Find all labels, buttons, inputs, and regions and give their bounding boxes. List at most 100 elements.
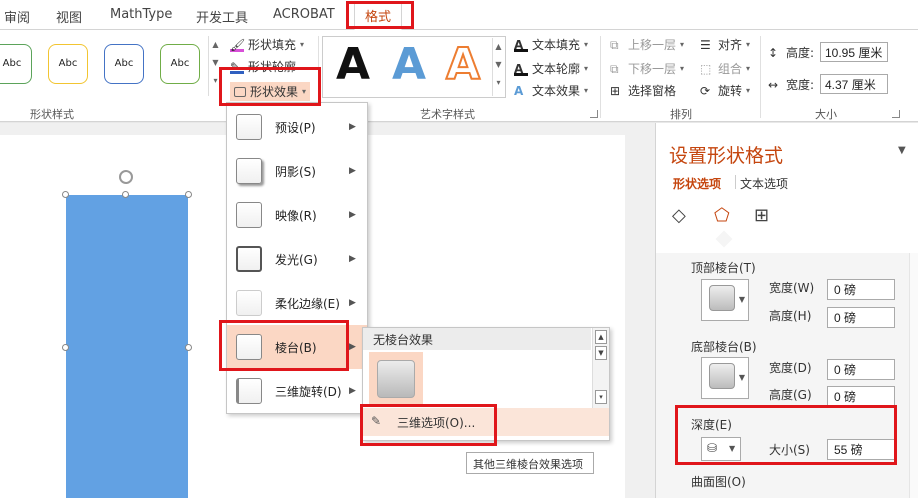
resize-handle[interactable] [122,191,129,198]
top-bevel-width-input[interactable] [827,279,895,300]
no-bevel-header: 无棱台效果 [363,328,591,350]
bottom-bevel-button[interactable]: ▼ [701,357,749,399]
fill-line-icon[interactable]: ◇ [672,205,686,226]
text-effects-icon: A [514,83,524,98]
chevron-right-icon: ▶ [349,254,356,264]
scroll-up-icon[interactable]: ▲ [595,330,607,344]
scroll-more-icon[interactable]: ▾ [595,390,607,404]
width-icon: ↔ [768,77,779,92]
width-label: ↔ 宽度: [768,77,815,93]
chevron-right-icon: ▶ [349,210,356,220]
bottom-bevel-label: 底部棱台(B) [691,340,757,354]
soft-edges-thumb-icon [236,290,262,316]
align-button[interactable]: ☰ 对齐 ▾ [700,36,750,53]
chevron-right-icon: ▶ [349,166,356,176]
scroll-down-icon[interactable]: ▼ [595,346,607,360]
bevel-preview-icon [709,285,735,311]
glow-thumb-icon [236,246,262,272]
size-properties-icon[interactable]: ⊞ [754,205,769,226]
tooltip: 其他三维棱台效果选项 [466,452,594,474]
shape-style-thumb[interactable]: Abc [160,44,200,84]
tab-acrobat[interactable]: ACROBAT [273,7,335,22]
pane-title: 设置形状格式 [669,145,784,167]
group-divider [600,36,601,118]
chevron-down-icon: ▼ [738,295,745,304]
chevron-right-icon: ▶ [349,342,356,352]
wordart-style-blue[interactable]: A [392,40,426,90]
shape-fill-button[interactable]: 🖌 形状填充 ▾ [230,36,304,53]
top-bevel-height-input[interactable] [827,307,895,328]
shadow-thumb-icon [236,158,262,184]
wordart-launcher-icon[interactable] [590,110,598,118]
shape-style-thumb[interactable]: Abc [48,44,88,84]
menu-item-3d-rotation[interactable]: 三维旋转(D) ▶ [227,369,367,413]
group-icon: ⬚ [700,61,712,76]
tab-text-options[interactable]: 文本选项 [740,175,788,192]
wordart-style-black[interactable]: A [336,40,370,90]
tab-shape-options[interactable]: 形状选项 [673,175,721,192]
selection-pane-button[interactable]: ⊞ 选择窗格 [610,82,676,99]
preset-thumb-icon [236,114,262,140]
pane-scrollbar[interactable] [909,253,918,498]
bottom-bevel-height-input[interactable] [827,386,895,407]
tab-divider [735,175,736,189]
resize-handle[interactable] [62,191,69,198]
text-outline-icon: A [514,62,528,76]
align-icon: ☰ [700,37,711,52]
tab-developer[interactable]: 开发工具 [196,7,248,26]
bring-forward-icon: ⧉ [610,37,619,52]
ribbon: Abc Abc Abc Abc ▲ ▼ ▾ 🖌 形状填充 ▾ ✎ 形状轮廓 形状效果 ▾… [0,30,918,122]
tab-review[interactable]: 审阅 [4,7,30,26]
width-input[interactable] [820,74,888,94]
pane-options-icon[interactable]: ▼ [898,145,906,156]
text-outline-button[interactable]: A 文本轮廓 ▾ [514,60,588,77]
menu-item-shadow[interactable]: 阴影(S) ▶ [227,149,367,193]
effects-pentagon-icon[interactable]: ⬠ [714,205,730,226]
chevron-right-icon: ▶ [349,386,356,396]
size-launcher-icon[interactable] [892,110,900,118]
wordart-gallery-scroll[interactable]: ▲ ▼ ▾ [492,38,504,96]
tab-mathtype[interactable]: MathType [110,7,172,22]
menu-item-glow[interactable]: 发光(G) ▶ [227,237,367,281]
bevel-gallery-item[interactable] [369,352,423,406]
menu-item-reflection[interactable]: 映像(R) ▶ [227,193,367,237]
selected-rectangle-shape[interactable] [66,195,188,498]
group-label-shape-styles: 形状样式 [30,108,74,121]
height-input[interactable] [820,42,888,62]
annotation-box [219,67,321,106]
top-bevel-button[interactable]: ▼ [701,279,749,321]
wordart-style-orange[interactable]: A [445,39,481,91]
resize-handle[interactable] [185,344,192,351]
text-fill-button[interactable]: A 文本填充 ▾ [514,36,588,53]
paint-bucket-icon: 🖌 [230,37,246,52]
annotation-box [675,405,897,465]
bevel-preview-icon [377,360,415,398]
group-label-wordart: 艺术字样式 [420,108,475,121]
height-label: ↕ 高度: [768,45,815,61]
ribbon-tab-bar: 审阅 视图 MathType 开发工具 ACROBAT 格式 [0,0,918,30]
tab-view[interactable]: 视图 [56,7,82,26]
rotate-icon: ⟳ [700,83,711,98]
menu-item-soft-edges[interactable]: 柔化边缘(E) ▶ [227,281,367,325]
reflection-thumb-icon [236,202,262,228]
text-effects-button[interactable]: A 文本效果 ▾ [514,82,588,99]
text-fill-icon: A [514,38,528,52]
rotate-button[interactable]: ⟳ 旋转 ▾ [700,82,750,99]
menu-item-preset[interactable]: 预设(P) ▶ [227,105,367,149]
bring-forward-button[interactable]: ⧉ 上移一层 ▾ [610,36,684,53]
3d-rotation-thumb-icon [236,378,262,404]
group-label-size: 大小 [815,108,837,121]
group-label-arrange: 排列 [670,108,692,121]
shape-style-thumb[interactable]: Abc [0,44,32,84]
rotate-handle-icon[interactable] [119,170,133,184]
annotation-box [219,320,349,371]
group-button[interactable]: ⬚ 组合 ▾ [700,60,750,77]
tab-pointer [715,230,733,248]
send-backward-button[interactable]: ⧉ 下移一层 ▾ [610,60,684,77]
bottom-bevel-width-input[interactable] [827,359,895,380]
shape-style-thumb[interactable]: Abc [104,44,144,84]
contour-label: 曲面图(O) [691,475,746,489]
resize-handle[interactable] [185,191,192,198]
submenu-scrollbar[interactable]: ▲ ▼ ▾ [592,328,609,408]
resize-handle[interactable] [62,344,69,351]
